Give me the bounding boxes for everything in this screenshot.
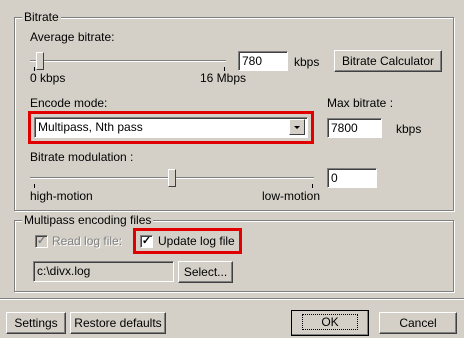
read-log-checkbox[interactable]: ✓ [35,235,48,248]
modulation-slider-thumb[interactable] [168,169,176,187]
average-bitrate-input[interactable]: 780 [238,51,288,71]
ok-button-label: OK [302,314,358,330]
slider-tick [312,184,313,188]
ok-button[interactable]: OK [291,310,369,336]
average-bitrate-label: Average bitrate: [30,30,115,44]
max-bitrate-input[interactable]: 7800 [327,118,382,138]
select-log-button[interactable]: Select... [178,261,233,283]
log-path-input[interactable]: c:\divx.log [33,261,174,282]
bitrate-group-label: Bitrate [22,10,61,24]
modulation-input[interactable]: 0 [327,168,377,188]
modulation-left-label: high-motion [30,189,93,203]
average-bitrate-slider-thumb[interactable] [35,52,44,70]
max-bitrate-range-label: 16 Mbps [200,71,247,85]
bitrate-modulation-label: Bitrate modulation : [30,150,134,164]
bitrate-calculator-button[interactable]: Bitrate Calculator [334,50,442,72]
average-bitrate-unit: kbps [294,55,320,69]
footer-separator [0,298,464,300]
cancel-button[interactable]: Cancel [379,312,457,334]
min-bitrate-label: 0 kbps [30,71,66,85]
max-bitrate-unit: kbps [396,122,422,136]
settings-button[interactable]: Settings [6,312,66,334]
update-log-highlight [133,228,242,254]
encode-mode-highlight [28,111,314,144]
modulation-right-label: low-motion [262,189,321,203]
max-bitrate-label: Max bitrate : [327,96,394,110]
multipass-group-label: Multipass encoding files [22,213,154,227]
slider-tick [34,184,35,188]
read-log-label: Read log file: [52,234,123,248]
average-bitrate-slider-track[interactable] [30,60,226,62]
encode-mode-label: Encode mode: [30,96,108,110]
restore-defaults-button[interactable]: Restore defaults [70,312,166,334]
